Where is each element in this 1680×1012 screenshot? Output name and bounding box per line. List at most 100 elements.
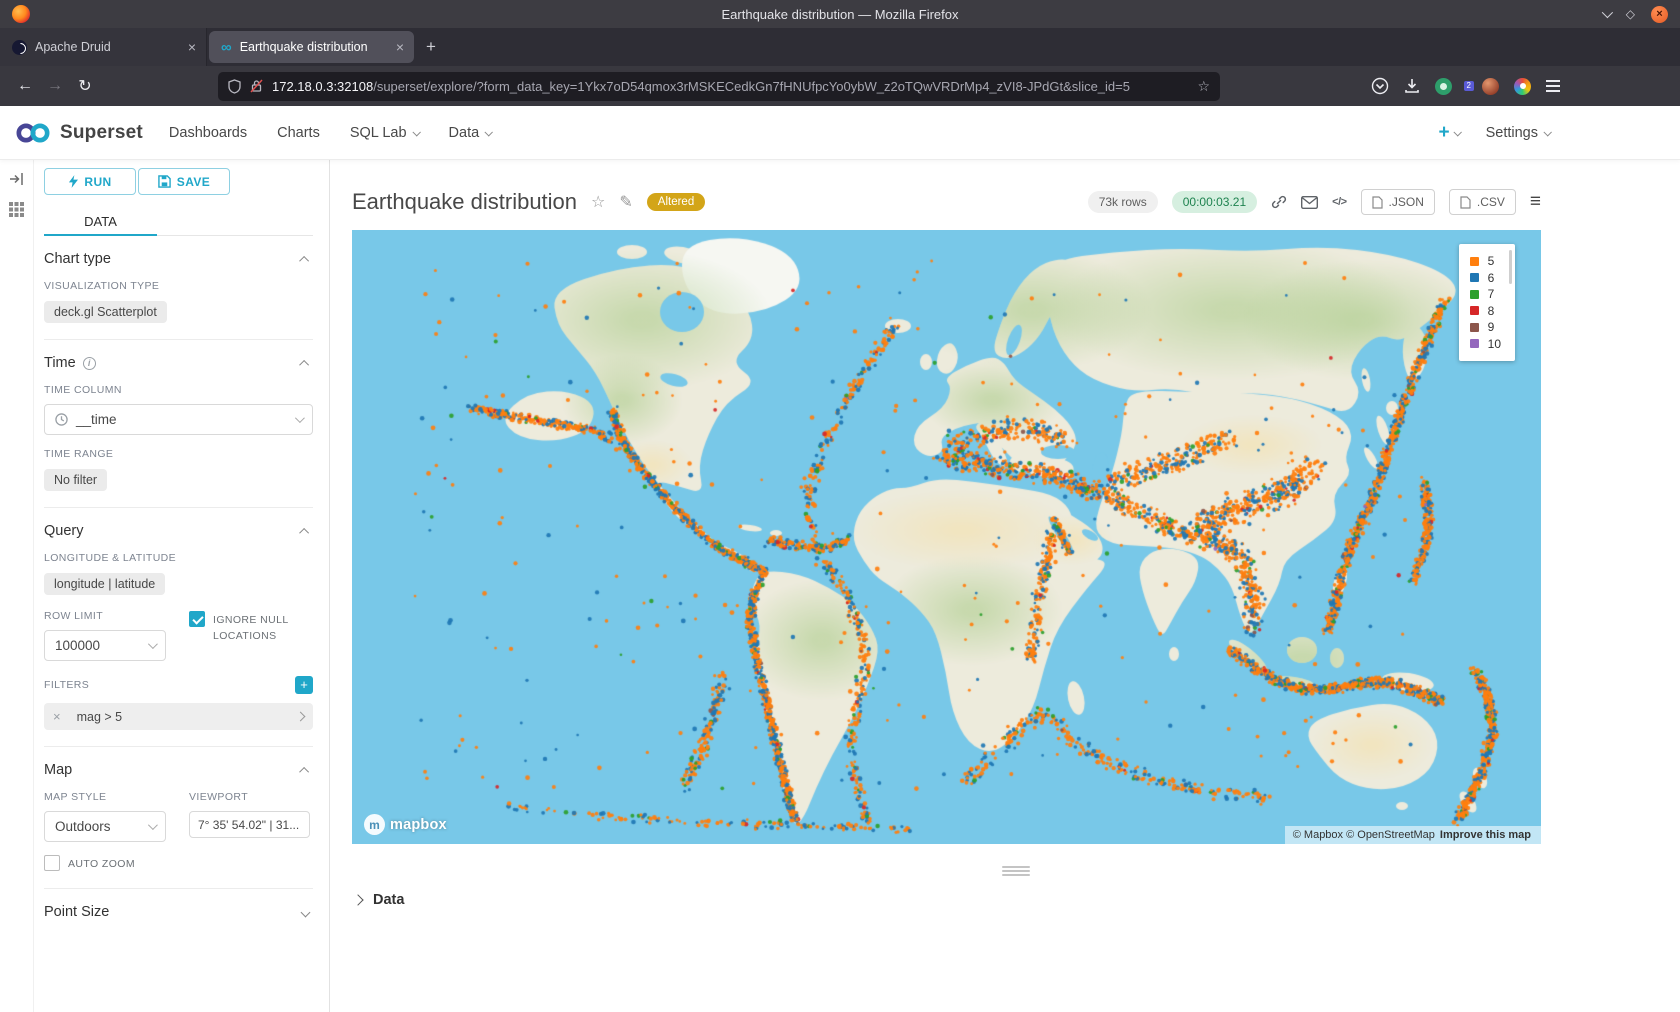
legend-swatch [1470,323,1479,332]
row-limit-select[interactable]: 100000 [44,630,166,661]
insecure-lock-icon[interactable] [250,79,263,93]
window-close-button[interactable]: × [1651,6,1668,23]
add-new-button[interactable]: + [1438,122,1459,144]
app-menu-button[interactable] [1546,80,1560,91]
panel-resize-handle[interactable] [1002,866,1030,876]
time-range-value[interactable]: No filter [44,469,107,491]
collapse-panel-icon[interactable] [9,172,25,186]
attribution-text: © Mapbox © OpenStreetMap [1293,829,1435,841]
export-csv-button[interactable]: .CSV [1449,189,1516,215]
legend-item: 9 [1470,319,1501,336]
new-tab-button[interactable]: + [416,28,446,66]
add-filter-button[interactable]: + [295,676,313,694]
forward-button[interactable]: → [40,77,70,95]
chevron-up-icon[interactable] [299,359,309,369]
chevron-up-icon[interactable] [299,527,309,537]
url-bar[interactable]: 172.18.0.3:32108/superset/explore/?form_… [218,72,1220,101]
chevron-right-icon[interactable] [296,712,306,722]
legend-item: 7 [1470,286,1501,303]
chevron-down-icon [1453,128,1461,136]
containers-extension-icon[interactable] [1514,78,1531,95]
section-time: Timei TIME COLUMN __time TIME RANGE No f… [44,339,313,507]
mapbox-logo[interactable]: m mapbox [364,814,447,835]
clock-icon [55,413,68,426]
chevron-right-icon [352,894,363,905]
tracking-shield-icon[interactable] [228,79,241,94]
ignore-null-checkbox[interactable] [189,611,205,627]
tab-apache-druid[interactable]: Apache Druid × [0,28,207,66]
section-query: Query LONGITUDE & LATITUDE longitude | l… [44,507,313,746]
profile-extension-icon[interactable] [1482,78,1499,95]
tab-close-icon[interactable]: × [396,40,404,54]
time-column-label: TIME COLUMN [44,384,313,396]
file-icon [1460,196,1471,209]
filter-chip[interactable]: × mag > 5 [44,703,313,730]
chart-menu-button[interactable]: ≡ [1530,191,1541,213]
bookmark-star-icon[interactable]: ☆ [1197,78,1210,95]
email-icon[interactable] [1301,196,1318,209]
info-icon[interactable]: i [83,357,96,370]
section-header[interactable]: Timei [44,355,313,371]
settings-menu[interactable]: Settings [1486,125,1550,141]
section-title: Map [44,762,72,778]
map-style-select[interactable]: Outdoors [44,811,166,842]
screen: Earthquake distribution — Mozilla Firefo… [0,0,1680,1012]
edit-title-icon[interactable]: ✎ [619,192,632,212]
lonlat-label: LONGITUDE & LATITUDE [44,552,313,564]
map-style-value: Outdoors [55,819,140,834]
reload-button[interactable]: ↻ [70,76,100,96]
viewport-value[interactable]: 7° 35' 54.02" | 31... [189,811,310,838]
remove-filter-icon[interactable]: × [53,709,61,724]
viz-type-value[interactable]: deck.gl Scatterplot [44,301,167,323]
section-header[interactable]: Chart type [44,251,313,267]
dataset-grid-icon[interactable] [9,202,24,217]
pocket-icon[interactable] [1371,77,1389,95]
copy-link-icon[interactable] [1271,194,1287,210]
section-title: Time [44,355,76,371]
data-panel-header[interactable]: Data [352,892,1680,908]
favorite-star-icon[interactable]: ☆ [591,192,605,212]
chevron-down-icon[interactable] [301,907,311,917]
extension-green-icon[interactable] [1435,78,1452,95]
nav-item-data[interactable]: Data [449,125,492,141]
run-button[interactable]: RUN [44,168,136,195]
tab-data[interactable]: DATA [44,208,157,236]
section-map: Map MAP STYLE Outdoors VIEWPORT [44,746,313,888]
nav-item-sql-lab[interactable]: SQL Lab [350,125,419,141]
superset-logo[interactable]: Superset [14,120,143,146]
back-button[interactable]: ← [10,77,40,95]
titlebar-maximize-icon[interactable]: ◇ [1626,8,1635,20]
downloads-icon[interactable] [1404,78,1420,94]
tab-earthquake-distribution[interactable]: ∞ Earthquake distribution × [209,31,414,63]
map-viewport[interactable]: 5678910 m mapbox © Mapbox © OpenStreetMa… [352,230,1541,844]
data-panel-title: Data [373,892,404,908]
time-column-select[interactable]: __time [44,404,313,435]
superset-app: Superset Dashboards Charts SQL Lab Data … [0,106,1680,1012]
legend-item: 8 [1470,303,1501,320]
section-header[interactable]: Map [44,762,313,778]
auto-zoom-checkbox[interactable] [44,855,60,871]
section-header[interactable]: Query [44,523,313,539]
lonlat-value[interactable]: longitude | latitude [44,573,165,595]
chevron-down-icon [295,413,305,423]
druid-favicon-icon [12,40,27,55]
chevron-up-icon[interactable] [299,255,309,265]
section-header[interactable]: Point Size [44,904,313,920]
improve-map-link[interactable]: Improve this map [1440,829,1531,841]
nav-item-dashboards[interactable]: Dashboards [169,125,247,141]
legend-swatch [1470,290,1479,299]
row-count-badge: 73k rows [1088,191,1158,213]
titlebar-chevron-icon[interactable] [1602,7,1613,18]
export-json-button[interactable]: .JSON [1361,189,1435,215]
section-chart-type: Chart type VISUALIZATION TYPE deck.gl Sc… [44,236,313,339]
chevron-up-icon[interactable] [299,766,309,776]
tab-close-icon[interactable]: × [188,40,196,54]
embed-code-icon[interactable]: </> [1332,196,1346,208]
legend-item: 10 [1470,336,1501,353]
save-button[interactable]: SAVE [138,168,230,195]
nav-item-charts[interactable]: Charts [277,125,320,141]
legend-item: 6 [1470,270,1501,287]
map-canvas[interactable] [352,230,1541,844]
firefox-logo-icon [12,5,30,23]
chevron-down-icon [485,128,493,136]
